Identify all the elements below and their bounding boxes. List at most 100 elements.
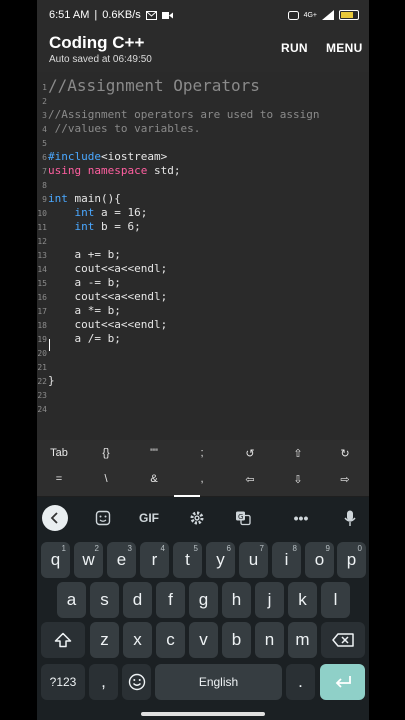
undo-icon[interactable]: ↺ bbox=[235, 447, 265, 460]
code-line: 9 int main(){ bbox=[42, 192, 121, 205]
arrow-right-icon[interactable]: ⇨ bbox=[330, 473, 360, 486]
code-line: 12 bbox=[37, 237, 47, 246]
shift-key[interactable] bbox=[41, 622, 85, 658]
symbol-backslash[interactable]: \ bbox=[91, 473, 121, 485]
code-line: 6 #include<iostream> bbox=[42, 150, 168, 163]
smiley-icon bbox=[128, 673, 145, 691]
key-c[interactable]: c bbox=[156, 622, 185, 658]
enter-arrow-icon bbox=[335, 676, 351, 688]
space-key[interactable]: English bbox=[155, 664, 282, 700]
code-line: 4 //values to variables. bbox=[42, 122, 201, 135]
symbol-ampersand[interactable]: & bbox=[139, 473, 169, 485]
soft-keyboard: GIF G ••• q1 w2 e3 r4 t5 y6 u7 i8 o9 p0 … bbox=[37, 497, 369, 720]
more-options-button[interactable]: ••• bbox=[289, 505, 313, 531]
code-line: 7 using namespace std; bbox=[42, 164, 181, 177]
symbol-braces[interactable]: {} bbox=[91, 447, 121, 459]
gif-button[interactable]: GIF bbox=[135, 505, 163, 531]
key-z[interactable]: z bbox=[90, 622, 119, 658]
more-dots-icon: ••• bbox=[293, 510, 309, 526]
autosave-status: Auto saved at 06:49:50 bbox=[49, 54, 152, 65]
symbol-bar: Tab {} "" ; ↺ ⇧ ↻ = \ & , ⇦ ⇩ ⇨ bbox=[37, 440, 369, 497]
key-n[interactable]: n bbox=[255, 622, 284, 658]
key-j[interactable]: j bbox=[255, 582, 284, 618]
key-o[interactable]: o9 bbox=[305, 542, 334, 578]
key-m[interactable]: m bbox=[288, 622, 317, 658]
settings-button[interactable] bbox=[185, 505, 209, 531]
key-s[interactable]: s bbox=[90, 582, 119, 618]
enter-key[interactable] bbox=[320, 664, 365, 700]
key-b[interactable]: b bbox=[222, 622, 251, 658]
code-line: 20 bbox=[37, 349, 47, 358]
arrow-up-icon[interactable]: ⇧ bbox=[283, 447, 313, 460]
key-f[interactable]: f bbox=[156, 582, 185, 618]
key-y[interactable]: y6 bbox=[206, 542, 235, 578]
code-line: 21 bbox=[37, 363, 47, 372]
sticker-icon bbox=[95, 510, 111, 526]
code-line: 2 bbox=[42, 97, 47, 106]
numbers-key[interactable]: ?123 bbox=[41, 664, 85, 700]
code-line: 23 bbox=[37, 391, 47, 400]
redo-icon[interactable]: ↻ bbox=[330, 447, 360, 460]
key-q[interactable]: q1 bbox=[41, 542, 70, 578]
translate-button[interactable]: G bbox=[231, 505, 255, 531]
key-g[interactable]: g bbox=[189, 582, 218, 618]
key-e[interactable]: e3 bbox=[107, 542, 136, 578]
voice-input-button[interactable] bbox=[338, 505, 362, 531]
key-r[interactable]: r4 bbox=[140, 542, 169, 578]
mail-icon bbox=[145, 10, 157, 20]
backspace-icon bbox=[332, 633, 354, 647]
code-line: 15 a -= b; bbox=[37, 276, 121, 289]
code-editor[interactable]: 1//Assignment Operators 2 3//Assignment … bbox=[37, 72, 369, 440]
code-line: 19 a /= b; bbox=[37, 332, 121, 345]
run-button[interactable]: RUN bbox=[281, 41, 308, 55]
comma-key[interactable]: , bbox=[89, 664, 118, 700]
key-l[interactable]: l bbox=[321, 582, 350, 618]
code-line: 1//Assignment Operators bbox=[42, 76, 260, 95]
network-type: 4G+ bbox=[303, 11, 317, 19]
symbol-equals[interactable]: = bbox=[44, 473, 74, 485]
emoji-key[interactable] bbox=[122, 664, 151, 700]
symbol-semicolon[interactable]: ; bbox=[187, 447, 217, 459]
code-line: 14 cout<<a<<endl; bbox=[37, 262, 168, 275]
shift-arrow-icon bbox=[54, 632, 72, 648]
symbol-tab[interactable]: Tab bbox=[44, 447, 74, 459]
key-h[interactable]: h bbox=[222, 582, 251, 618]
keyboard-back-button[interactable] bbox=[42, 505, 68, 531]
key-a[interactable]: a bbox=[57, 582, 86, 618]
microphone-icon bbox=[344, 510, 356, 526]
key-k[interactable]: k bbox=[288, 582, 317, 618]
battery-icon bbox=[339, 10, 359, 20]
period-key[interactable]: . bbox=[286, 664, 315, 700]
signal-icon bbox=[322, 10, 334, 20]
backspace-key[interactable] bbox=[321, 622, 365, 658]
svg-text:G: G bbox=[238, 513, 243, 521]
status-bar: 6:51 AM | 0.6KB/s 4G+ bbox=[37, 0, 369, 30]
status-separator: | bbox=[94, 9, 98, 21]
home-indicator[interactable] bbox=[141, 712, 265, 716]
sticker-button[interactable] bbox=[91, 505, 115, 531]
phone-screen: 6:51 AM | 0.6KB/s 4G+ Coding C++ Auto sa… bbox=[37, 0, 369, 720]
code-line: 11 int b = 6; bbox=[37, 220, 141, 233]
key-u[interactable]: u7 bbox=[239, 542, 268, 578]
alarm-icon bbox=[287, 10, 299, 20]
key-t[interactable]: t5 bbox=[173, 542, 202, 578]
symbol-quotes[interactable]: "" bbox=[139, 447, 169, 459]
code-line: 17 a *= b; bbox=[37, 304, 121, 317]
translate-icon: G bbox=[236, 511, 251, 526]
key-d[interactable]: d bbox=[123, 582, 152, 618]
video-icon bbox=[161, 11, 173, 19]
text-cursor bbox=[49, 339, 50, 351]
code-line: 5 bbox=[42, 139, 47, 148]
key-x[interactable]: x bbox=[123, 622, 152, 658]
symbol-comma[interactable]: , bbox=[187, 473, 217, 485]
arrow-left-icon[interactable]: ⇦ bbox=[235, 473, 265, 486]
key-w[interactable]: w2 bbox=[74, 542, 103, 578]
status-time: 6:51 AM bbox=[49, 9, 90, 21]
chevron-left-icon bbox=[50, 512, 58, 524]
code-line: 10 int a = 16; bbox=[37, 206, 148, 219]
key-p[interactable]: p0 bbox=[337, 542, 366, 578]
key-i[interactable]: i8 bbox=[272, 542, 301, 578]
menu-button[interactable]: MENU bbox=[326, 41, 363, 55]
key-v[interactable]: v bbox=[189, 622, 218, 658]
arrow-down-icon[interactable]: ⇩ bbox=[283, 473, 313, 486]
